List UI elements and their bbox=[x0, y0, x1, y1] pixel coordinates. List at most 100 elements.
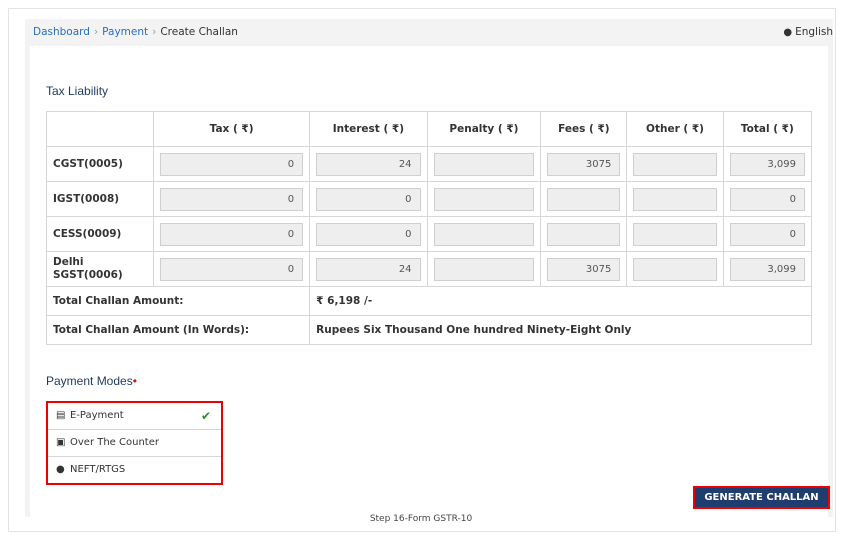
column-header: Total ( ₹) bbox=[722, 111, 813, 147]
column-header: Tax ( ₹) bbox=[152, 111, 311, 147]
other-field[interactable] bbox=[633, 152, 717, 176]
cell: 24 bbox=[309, 146, 428, 182]
interest-field[interactable]: 24 bbox=[316, 257, 421, 281]
breadcrumb-separator: › bbox=[93, 26, 99, 38]
cell: 3075 bbox=[540, 251, 628, 287]
amount-in-words-row: Total Challan Amount (In Words): Rupees … bbox=[45, 315, 812, 345]
penalty-field[interactable] bbox=[433, 187, 535, 211]
tax-field[interactable]: 0 bbox=[160, 152, 304, 176]
amount-in-words-label: Total Challan Amount (In Words): bbox=[45, 315, 311, 345]
total-field: 3,099 bbox=[729, 257, 805, 281]
cell bbox=[626, 146, 724, 182]
payment-mode-label: E-Payment bbox=[70, 410, 124, 421]
column-header bbox=[46, 111, 154, 147]
payment-mode-label: NEFT/RTGS bbox=[70, 464, 126, 475]
total-amount-row: Total Challan Amount: ₹ 6,198 /- bbox=[45, 286, 812, 316]
page-panel: Dashboard › Payment › Create Challan ● Englis… bbox=[25, 19, 833, 517]
column-header: Penalty ( ₹) bbox=[426, 111, 542, 147]
row-label: CGST(0005) bbox=[46, 146, 154, 182]
payment-mode-e-payment[interactable]: ▤ E-Payment ✔ bbox=[48, 403, 221, 430]
cell bbox=[426, 146, 542, 182]
tax-field[interactable]: 0 bbox=[160, 222, 304, 246]
breadcrumb-dashboard[interactable]: Dashboard bbox=[33, 26, 90, 38]
payment-mode-neft-rtgs[interactable]: ● NEFT/RTGS bbox=[48, 457, 221, 483]
cell: 0 bbox=[152, 181, 311, 217]
cell bbox=[626, 251, 724, 287]
figure-caption: Step 16-Form GSTR-10 bbox=[369, 514, 473, 524]
tax-field[interactable]: 0 bbox=[160, 187, 304, 211]
payment-modes-title: Payment Modes• bbox=[46, 374, 137, 388]
cell: 3,099 bbox=[722, 146, 813, 182]
checkmark-icon: ✔ bbox=[200, 409, 211, 423]
row-label: IGST(0008) bbox=[46, 181, 154, 217]
table-header-row: Tax ( ₹) Interest ( ₹) Penalty ( ₹) Fees… bbox=[46, 111, 813, 147]
cell bbox=[426, 181, 542, 217]
tax-field[interactable]: 0 bbox=[160, 257, 304, 281]
cell: 0 bbox=[152, 251, 311, 287]
tax-liability-table: Tax ( ₹) Interest ( ₹) Penalty ( ₹) Fees… bbox=[45, 111, 813, 345]
cell: 3075 bbox=[540, 146, 628, 182]
total-amount-value: ₹ 6,198 /- bbox=[309, 286, 812, 316]
globe-icon: ● bbox=[56, 464, 65, 475]
payment-modes-list: ▤ E-Payment ✔ ▣ Over The Counter ● NEFT/RTG… bbox=[46, 401, 223, 485]
cell: 24 bbox=[309, 251, 428, 287]
payment-mode-over-the-counter[interactable]: ▣ Over The Counter bbox=[48, 430, 221, 457]
cell: 0 bbox=[722, 216, 813, 252]
generate-challan-button[interactable]: GENERATE CHALLAN bbox=[693, 486, 830, 509]
fees-field[interactable] bbox=[547, 222, 621, 246]
row-label: CESS(0009) bbox=[46, 216, 154, 252]
cash-icon: ▣ bbox=[56, 437, 66, 448]
other-field[interactable] bbox=[633, 257, 717, 281]
payment-mode-label: Over The Counter bbox=[70, 437, 159, 448]
cell bbox=[540, 181, 628, 217]
penalty-field[interactable] bbox=[433, 222, 535, 246]
total-field: 0 bbox=[729, 222, 805, 246]
cell: 0 bbox=[309, 181, 428, 217]
table-row: CESS(0009) 0 0 0 bbox=[46, 216, 813, 252]
breadcrumb-payment[interactable]: Payment bbox=[102, 26, 148, 38]
cell: 0 bbox=[309, 216, 428, 252]
cell bbox=[426, 251, 542, 287]
interest-field[interactable]: 0 bbox=[316, 222, 421, 246]
table-row: Delhi SGST(0006) 0 24 3075 3,099 bbox=[46, 251, 813, 287]
total-field: 3,099 bbox=[729, 152, 805, 176]
cell: 0 bbox=[722, 181, 813, 217]
penalty-field[interactable] bbox=[433, 152, 535, 176]
column-header: Other ( ₹) bbox=[626, 111, 724, 147]
other-field[interactable] bbox=[633, 222, 717, 246]
fees-field[interactable] bbox=[547, 187, 621, 211]
breadcrumb-separator: › bbox=[152, 26, 157, 38]
cell: 0 bbox=[152, 216, 311, 252]
other-field[interactable] bbox=[633, 187, 717, 211]
globe-icon: ● bbox=[783, 27, 793, 38]
total-field: 0 bbox=[729, 187, 805, 211]
cell: 3,099 bbox=[722, 251, 813, 287]
language-selector[interactable]: ● English bbox=[783, 19, 833, 46]
column-header: Interest ( ₹) bbox=[309, 111, 428, 147]
interest-field[interactable]: 24 bbox=[316, 152, 421, 176]
language-label: English bbox=[795, 26, 833, 38]
table-row: IGST(0008) 0 0 0 bbox=[46, 181, 813, 217]
column-header: Fees ( ₹) bbox=[540, 111, 628, 147]
amount-in-words-value: Rupees Six Thousand One hundred Ninety-E… bbox=[309, 315, 812, 345]
cell bbox=[540, 216, 628, 252]
cell bbox=[426, 216, 542, 252]
cell: 0 bbox=[152, 146, 311, 182]
fees-field[interactable]: 3075 bbox=[547, 152, 621, 176]
total-amount-label: Total Challan Amount: bbox=[45, 286, 311, 316]
fees-field[interactable]: 3075 bbox=[547, 257, 621, 281]
cell bbox=[626, 216, 724, 252]
breadcrumb: Dashboard › Payment › Create Challan bbox=[33, 19, 238, 45]
breadcrumb-current: Create Challan bbox=[160, 26, 238, 38]
row-label: Delhi SGST(0006) bbox=[46, 251, 154, 287]
required-marker: • bbox=[132, 374, 137, 388]
interest-field[interactable]: 0 bbox=[316, 187, 421, 211]
screenshot-frame: Dashboard › Payment › Create Challan ● Englis… bbox=[8, 8, 836, 532]
main-content: Tax Liability Tax ( ₹) Interest ( ₹) Pen… bbox=[30, 46, 830, 517]
table-row: CGST(0005) 0 24 3075 3,099 bbox=[46, 146, 813, 182]
penalty-field[interactable] bbox=[433, 257, 535, 281]
payment-modes-label: Payment Modes bbox=[46, 374, 133, 388]
cell bbox=[626, 181, 724, 217]
tax-liability-title: Tax Liability bbox=[46, 84, 109, 98]
top-bar: Dashboard › Payment › Create Challan ● Englis… bbox=[25, 19, 833, 45]
